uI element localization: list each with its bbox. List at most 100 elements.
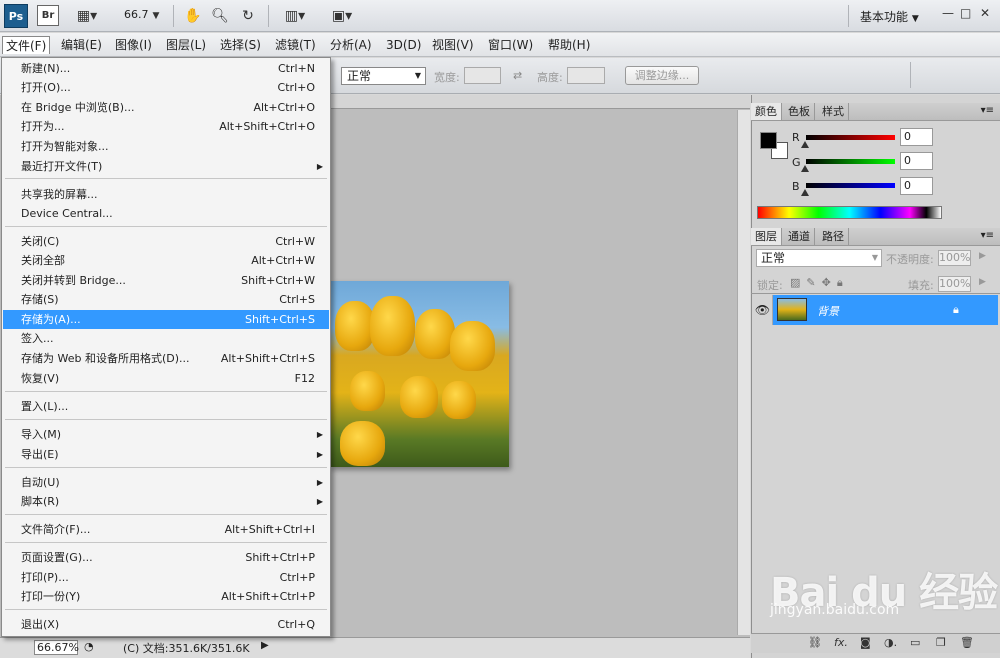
color-spectrum-ramp[interactable] (757, 206, 942, 219)
trash-icon[interactable]: 🗑︎ (960, 636, 974, 649)
minimize-button[interactable]: — (942, 6, 954, 20)
tulip-shape (415, 309, 455, 359)
file-menu-item[interactable]: 导入(M) ▶ (3, 425, 329, 444)
file-menu-item[interactable]: 脚本(R) ▶ (3, 492, 329, 511)
menu-item-label: 最近打开文件(T) (21, 160, 103, 173)
file-menu-item[interactable]: 签入... (3, 329, 329, 348)
menu-edit[interactable]: 编辑(E) (58, 36, 105, 54)
chevron-down-icon[interactable]: ▼ (150, 7, 162, 25)
file-menu-item[interactable]: 置入(L)... (3, 397, 329, 416)
file-menu-item[interactable]: 关闭(C) Ctrl+W (3, 232, 329, 251)
lock-options-icons[interactable]: ▨✎✥🔒︎ (790, 276, 849, 290)
file-menu-item[interactable]: Device Central... (3, 204, 329, 223)
file-menu-item[interactable]: 导出(E) ▶ (3, 445, 329, 464)
blend-mode-select[interactable]: 正常 ▼ (756, 249, 882, 267)
new-group-icon[interactable]: ▭ (910, 636, 920, 649)
file-menu-item[interactable]: 共享我的屏幕... (3, 185, 329, 204)
menu-image[interactable]: 图像(I) (112, 36, 155, 54)
blue-value-field[interactable]: 0 (900, 177, 933, 195)
file-menu-item[interactable]: 页面设置(G)... Shift+Ctrl+P (3, 548, 329, 567)
status-zoom-field[interactable]: 66.67% (34, 640, 79, 655)
file-menu-item[interactable]: 恢复(V) F12 (3, 369, 329, 388)
view-extras-icon[interactable]: ▦▾ (72, 7, 102, 25)
menu-window[interactable]: 窗口(W) (485, 36, 536, 54)
menu-analysis[interactable]: 分析(A) (327, 36, 375, 54)
tab-layers[interactable]: 图层 (751, 228, 782, 245)
file-menu-item[interactable]: 自动(U) ▶ (3, 473, 329, 492)
file-menu-item[interactable]: 在 Bridge 中浏览(B)... Alt+Ctrl+O (3, 98, 329, 117)
fx-icon[interactable]: fx. (834, 636, 848, 649)
green-slider-handle[interactable] (801, 165, 809, 172)
file-menu-item[interactable]: 打印(P)... Ctrl+P (3, 568, 329, 587)
visibility-eye-icon[interactable]: 👁︎ (753, 295, 773, 325)
link-layers-icon[interactable]: ⛓ (808, 636, 822, 649)
rotate-view-icon[interactable]: ↻ (238, 7, 258, 25)
blue-slider[interactable] (806, 183, 895, 188)
status-arrow-icon[interactable]: ▶ (261, 640, 269, 651)
menu-view[interactable]: 视图(V) (429, 36, 477, 54)
blue-slider-handle[interactable] (801, 189, 809, 196)
adjustment-layer-icon[interactable]: ◑. (884, 636, 897, 649)
bridge-launch-button[interactable]: Br (37, 5, 59, 26)
vertical-scrollbar[interactable] (737, 110, 750, 635)
height-field[interactable] (567, 67, 605, 84)
tab-channels[interactable]: 通道 (784, 228, 815, 245)
tab-swatches[interactable]: 色板 (784, 103, 815, 120)
hand-tool-icon[interactable]: ✋ (183, 7, 203, 25)
panel-menu-icon[interactable]: ▾≡ (981, 105, 994, 116)
fill-arrow-icon[interactable]: ▶ (979, 277, 986, 287)
tulip-image[interactable] (330, 281, 509, 467)
file-menu-item[interactable]: 关闭全部 Alt+Ctrl+W (3, 251, 329, 270)
screen-mode-icon[interactable]: ▣▾ (325, 7, 359, 25)
menu-item-label: 存储为(A)... (21, 313, 81, 326)
tab-color[interactable]: 颜色 (751, 103, 782, 120)
foreground-color-swatch[interactable] (760, 132, 777, 149)
menu-layer[interactable]: 图层(L) (163, 36, 209, 54)
file-menu-item[interactable]: 打开为... Alt+Shift+Ctrl+O (3, 117, 329, 136)
opacity-field[interactable]: 100% (938, 250, 971, 266)
green-slider[interactable] (806, 159, 895, 164)
style-select[interactable]: 正常 ▼ (341, 67, 426, 85)
file-menu-item[interactable]: 退出(X) Ctrl+Q (3, 615, 329, 634)
close-button[interactable]: ✕ (980, 6, 990, 20)
menu-item-label: 新建(N)... (21, 62, 71, 75)
file-menu-item[interactable]: 打开(O)... Ctrl+O (3, 78, 329, 97)
zoom-tool-icon[interactable]: 🔍︎ (210, 7, 230, 25)
menu-3d[interactable]: 3D(D) (383, 36, 424, 54)
file-menu-item[interactable]: 新建(N)... Ctrl+N (3, 59, 329, 78)
refine-edge-button[interactable]: 调整边缘... (625, 66, 699, 85)
file-menu-item[interactable]: 存储为 Web 和设备所用格式(D)... Alt+Shift+Ctrl+S (3, 349, 329, 368)
file-menu-item[interactable]: 存储(S) Ctrl+S (3, 290, 329, 309)
layer-name[interactable]: 背景 (817, 303, 839, 319)
fill-field[interactable]: 100% (938, 276, 971, 292)
menu-help[interactable]: 帮助(H) (545, 36, 593, 54)
file-menu-item[interactable]: 关闭并转到 Bridge... Shift+Ctrl+W (3, 271, 329, 290)
red-slider-handle[interactable] (801, 141, 809, 148)
red-value-field[interactable]: 0 (900, 128, 933, 146)
document-tab-strip[interactable] (330, 95, 750, 109)
arrange-documents-icon[interactable]: ▥▾ (278, 7, 312, 25)
red-slider[interactable] (806, 135, 895, 140)
width-field[interactable] (464, 67, 501, 84)
green-value-field[interactable]: 0 (900, 152, 933, 170)
panel-menu-icon[interactable]: ▾≡ (981, 230, 994, 241)
maximize-button[interactable]: □ (960, 6, 971, 20)
tulip-shape (340, 421, 385, 466)
tab-paths[interactable]: 路径 (818, 228, 849, 245)
workspace-switcher[interactable]: 基本功能 ▼ (860, 8, 919, 25)
new-layer-icon[interactable]: ❐ (936, 636, 946, 649)
add-mask-icon[interactable]: ◙ (860, 636, 871, 649)
menu-filter[interactable]: 滤镜(T) (272, 36, 319, 54)
zoom-level-select[interactable]: 66.7 (124, 8, 149, 21)
swap-icon[interactable]: ⇄ (513, 69, 522, 82)
opacity-arrow-icon[interactable]: ▶ (979, 251, 986, 261)
tab-styles[interactable]: 样式 (818, 103, 849, 120)
file-menu-item[interactable]: 打印一份(Y) Alt+Shift+Ctrl+P (3, 587, 329, 606)
status-info-icon[interactable]: ◔ (84, 640, 94, 653)
menu-select[interactable]: 选择(S) (217, 36, 264, 54)
file-menu-item[interactable]: 打开为智能对象... (3, 137, 329, 156)
file-menu-item[interactable]: 文件简介(F)... Alt+Shift+Ctrl+I (3, 520, 329, 539)
file-menu-item[interactable]: 最近打开文件(T) ▶ (3, 157, 329, 176)
menu-file[interactable]: 文件(F) (2, 36, 51, 54)
file-menu-item[interactable]: 存储为(A)... Shift+Ctrl+S (3, 310, 329, 329)
